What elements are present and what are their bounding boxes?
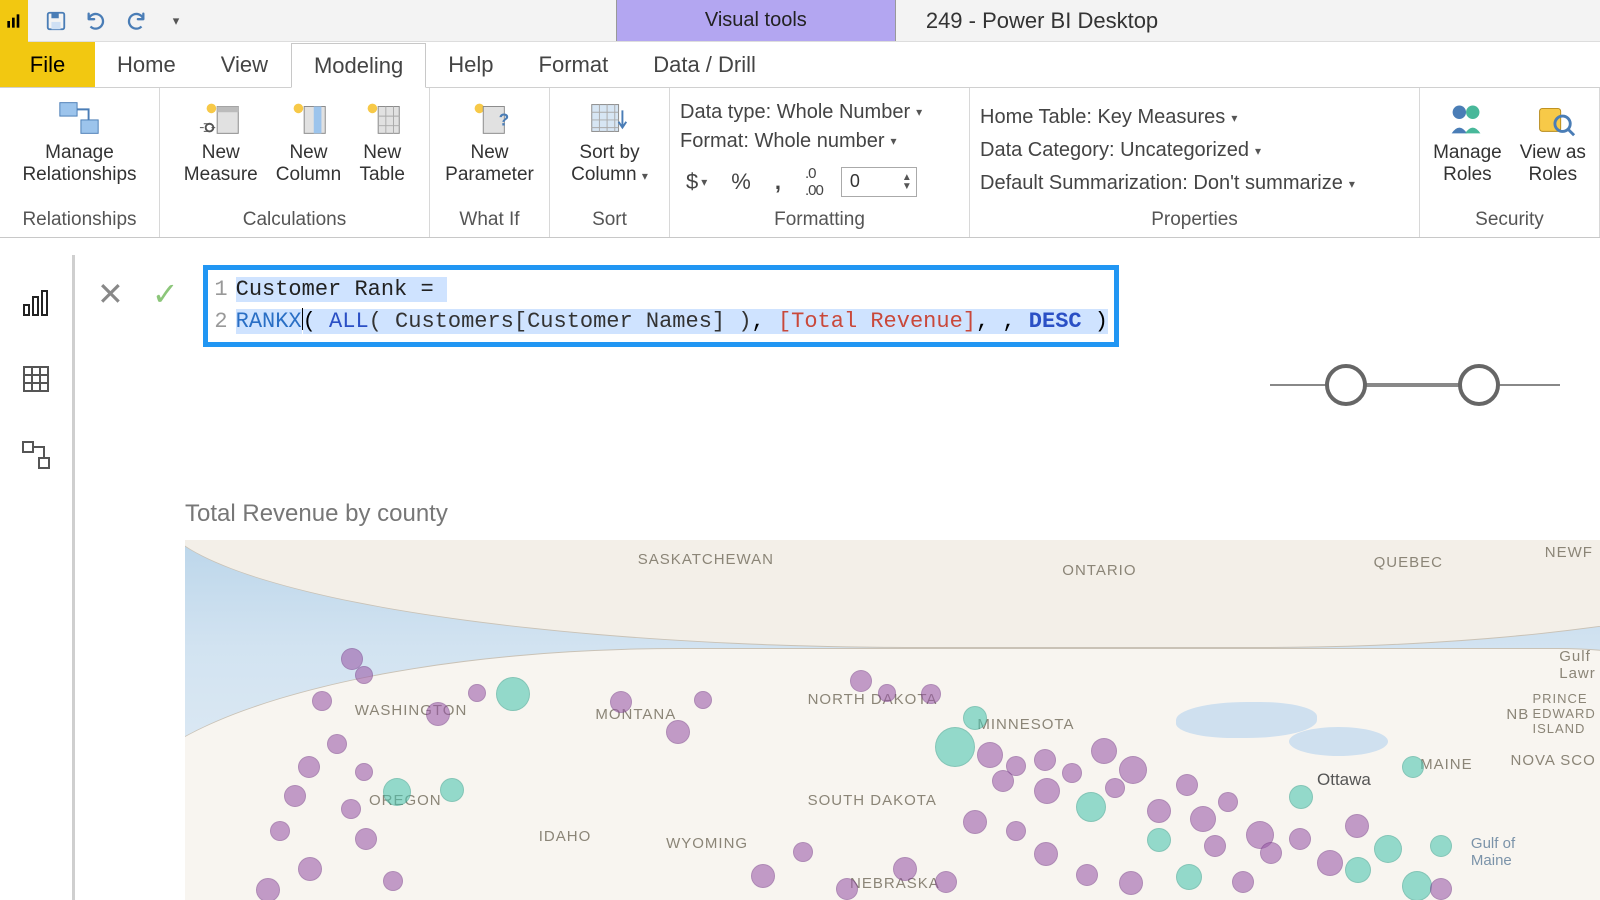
tab-format[interactable]: Format	[517, 42, 632, 87]
formula-bar[interactable]: 1 Customer Rank = 2 RANKX( ALL( Customer…	[203, 265, 1119, 347]
gutter-line-2: 2	[214, 306, 236, 338]
title-bar: ▾ Visual tools 249 - Power BI Desktop	[0, 0, 1600, 42]
report-view-button[interactable]	[18, 285, 54, 321]
undo-button[interactable]	[82, 7, 110, 35]
decimal-icon: .0.00	[799, 163, 829, 201]
save-button[interactable]	[42, 7, 70, 35]
new-column-button[interactable]: New Column	[276, 98, 341, 186]
formula-cancel-button[interactable]: ✕	[97, 275, 124, 313]
bubble-layer	[185, 540, 1600, 900]
data-type-dropdown[interactable]: Data type: Whole Number▾	[680, 101, 922, 124]
ribbon: Manage Relationships Relationships New M…	[0, 88, 1600, 238]
slider-handle-min[interactable]	[1325, 364, 1367, 406]
view-rail	[0, 255, 75, 900]
text-cursor-icon	[302, 308, 303, 330]
tab-view[interactable]: View	[199, 42, 291, 87]
redo-button[interactable]	[122, 7, 150, 35]
visual-title: Total Revenue by county	[185, 500, 448, 528]
new-measure-button[interactable]: New Measure	[184, 98, 258, 186]
home-table-dropdown[interactable]: Home Table: Key Measures▾	[980, 106, 1237, 129]
svg-text:?: ?	[499, 110, 510, 130]
tab-home[interactable]: Home	[95, 42, 199, 87]
manage-relationships-button[interactable]: Manage Relationships	[22, 98, 136, 186]
new-parameter-button[interactable]: ? New Parameter	[445, 98, 534, 186]
data-view-button[interactable]	[18, 361, 54, 397]
document-title: 249 - Power BI Desktop	[896, 0, 1188, 41]
gutter-line-1: 1	[214, 274, 236, 306]
thousands-separator-button[interactable]: ,	[769, 167, 787, 197]
contextual-tab-visual-tools: Visual tools	[616, 0, 896, 41]
decimal-places-input[interactable]: 0 ▲▼	[841, 167, 917, 197]
percent-format-button[interactable]: %	[725, 167, 757, 197]
qat-customize-dropdown[interactable]: ▾	[162, 7, 190, 35]
decimal-spinner[interactable]: ▲▼	[902, 173, 912, 191]
view-as-roles-button[interactable]: View as Roles	[1520, 98, 1586, 186]
tab-modeling[interactable]: Modeling	[291, 43, 426, 88]
report-canvas[interactable]: ✕ ✓ 1 Customer Rank = 2 RANKX( ALL( Cust…	[75, 255, 1600, 900]
map-visual[interactable]: SASKATCHEWAN ONTARIO QUEBEC NEWF WASHING…	[185, 540, 1600, 900]
model-view-button[interactable]	[18, 437, 54, 473]
formula-commit-button[interactable]: ✓	[152, 275, 179, 313]
tab-help[interactable]: Help	[426, 42, 516, 87]
tab-file[interactable]: File	[0, 42, 95, 87]
data-category-dropdown[interactable]: Data Category: Uncategorized▾	[980, 139, 1261, 162]
workspace: ✕ ✓ 1 Customer Rank = 2 RANKX( ALL( Cust…	[0, 255, 1600, 900]
ribbon-tabs: File Home View Modeling Help Format Data…	[0, 42, 1600, 88]
tab-data-drill[interactable]: Data / Drill	[631, 42, 779, 87]
format-dropdown[interactable]: Format: Whole number▾	[680, 130, 897, 153]
sort-by-column-button[interactable]: Sort by Column ▾	[571, 98, 648, 186]
default-summarization-dropdown[interactable]: Default Summarization: Don't summarize▾	[980, 172, 1355, 195]
range-slider[interactable]	[1270, 365, 1560, 405]
manage-relationships-label: Manage Relationships	[22, 142, 136, 186]
app-logo	[0, 0, 28, 42]
new-table-button[interactable]: New Table	[359, 98, 405, 186]
currency-format-button[interactable]: $ ▾	[680, 167, 713, 197]
slider-handle-max[interactable]	[1458, 364, 1500, 406]
group-relationships-label: Relationships	[10, 205, 149, 237]
manage-roles-button[interactable]: Manage Roles	[1433, 98, 1502, 186]
quick-access-toolbar: ▾	[28, 0, 204, 41]
